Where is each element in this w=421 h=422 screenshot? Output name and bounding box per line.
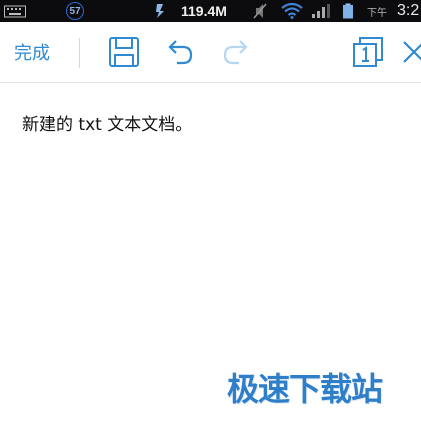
am-pm: 下午 xyxy=(367,7,387,19)
done-button[interactable]: 完成 xyxy=(14,37,50,67)
am-pm-group: 下午 xyxy=(367,0,387,22)
wifi-icon xyxy=(281,0,303,22)
notification-count: 57 xyxy=(66,2,84,20)
data-speed-group: 119.4M xyxy=(181,0,227,22)
document-text[interactable]: 新建的 txt 文本文档。 xyxy=(22,110,192,135)
keyboard-icon xyxy=(4,0,26,22)
clock-group: 3:2 xyxy=(397,0,419,22)
undo-icon[interactable] xyxy=(164,36,196,68)
status-bar: 57 119.4M 下午 3:2 xyxy=(0,0,421,22)
notification-badge-icon: 57 xyxy=(66,0,84,22)
mute-icon xyxy=(253,0,267,22)
signal-icon xyxy=(311,0,331,22)
redo-icon[interactable] xyxy=(220,36,252,68)
toolbar-divider-line xyxy=(0,82,421,83)
close-icon[interactable] xyxy=(400,36,421,68)
battery-icon xyxy=(342,0,354,22)
window-icon[interactable] xyxy=(352,36,384,68)
speed-indicator-icon xyxy=(155,0,165,22)
site-watermark: 极速下载站 xyxy=(227,370,383,408)
data-speed: 119.4M xyxy=(181,3,227,19)
save-icon[interactable] xyxy=(108,36,140,68)
clock: 3:2 xyxy=(397,2,420,19)
toolbar-divider xyxy=(79,38,80,68)
